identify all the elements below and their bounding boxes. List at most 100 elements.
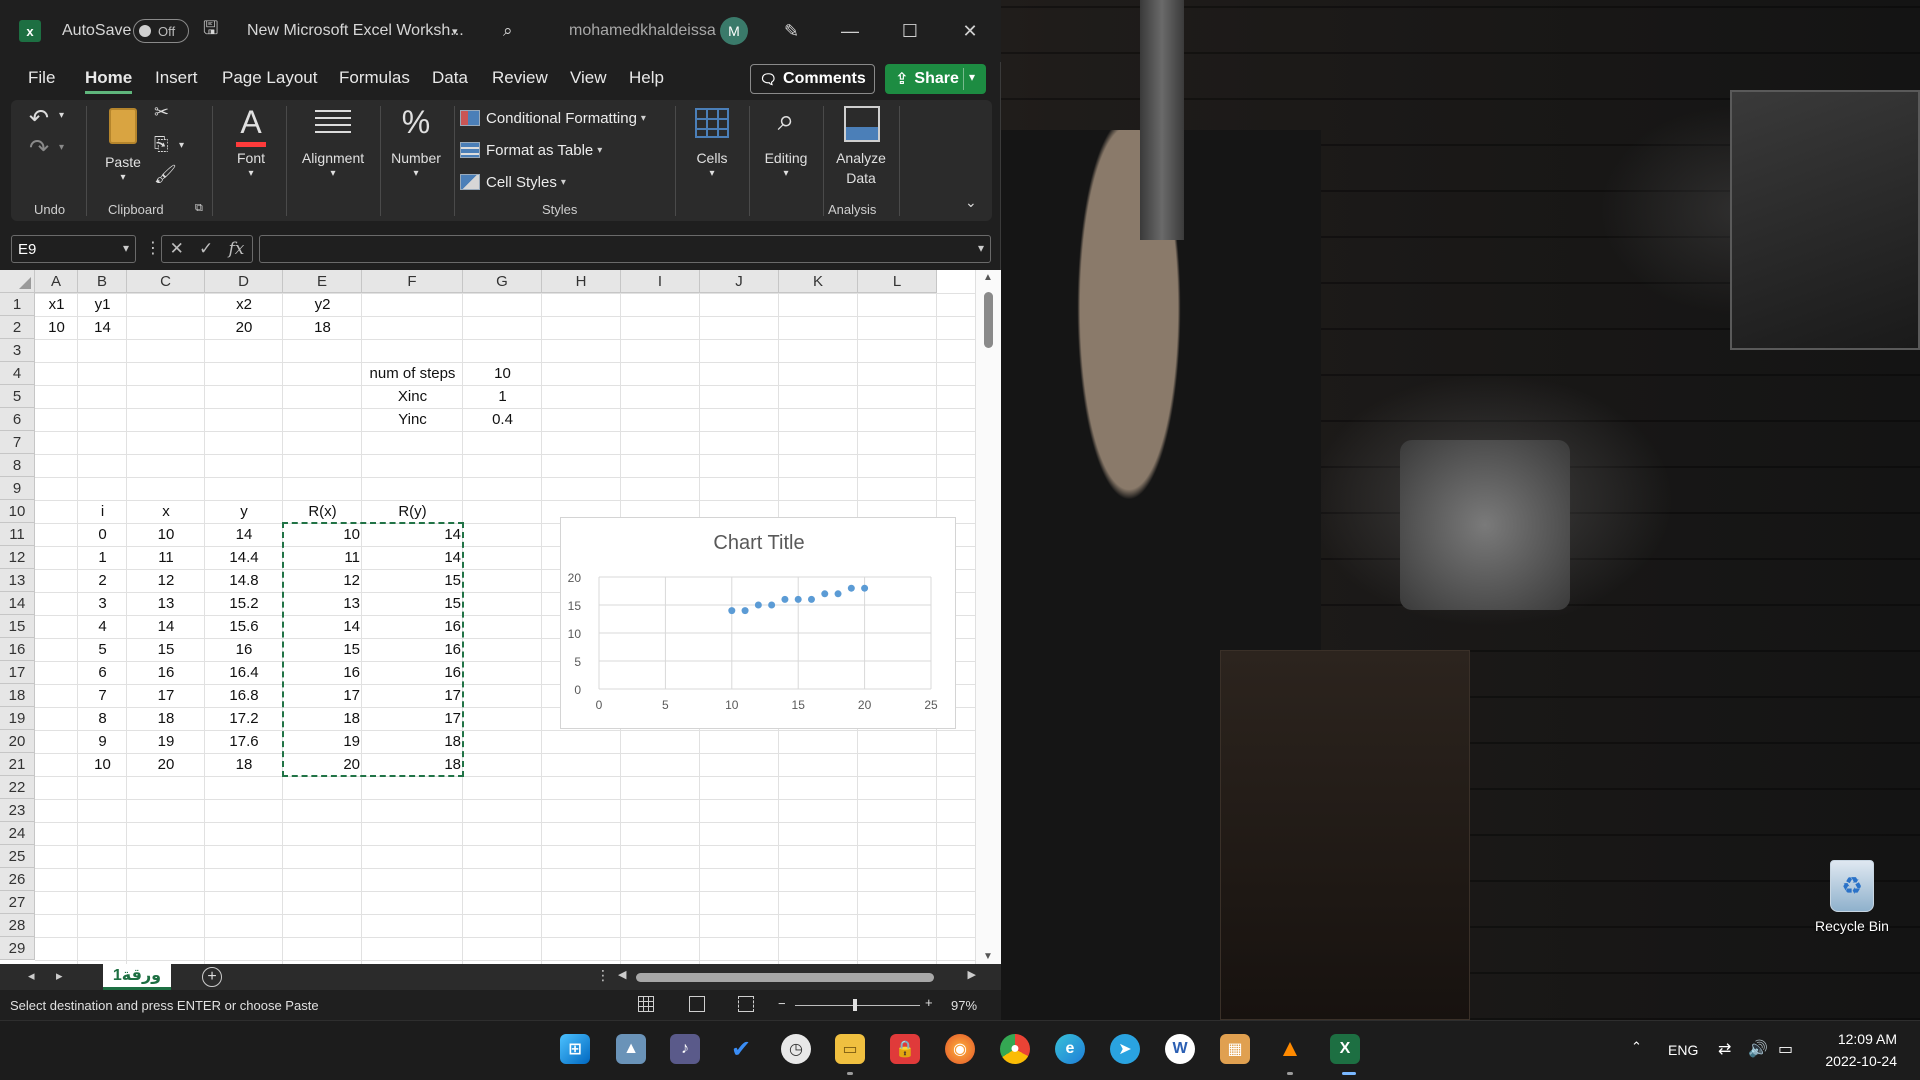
row-header-5[interactable]: 5 xyxy=(0,385,35,408)
column-header-h[interactable]: H xyxy=(542,270,621,293)
column-header-c[interactable]: C xyxy=(127,270,205,293)
cell-c19[interactable]: 18 xyxy=(127,707,205,730)
cell-c12[interactable]: 11 xyxy=(127,546,205,569)
format-painter-icon[interactable]: 🖌 xyxy=(154,164,177,185)
cell-c16[interactable]: 15 xyxy=(127,638,205,661)
row-header-16[interactable]: 16 xyxy=(0,638,35,661)
cell-d19[interactable]: 17.2 xyxy=(205,707,283,730)
row-header-22[interactable]: 22 xyxy=(0,776,35,799)
cell-b16[interactable]: 5 xyxy=(78,638,127,661)
cell-d10[interactable]: y xyxy=(205,500,283,523)
cell-d14[interactable]: 15.2 xyxy=(205,592,283,615)
row-header-17[interactable]: 17 xyxy=(0,661,35,684)
column-header-i[interactable]: I xyxy=(621,270,700,293)
tab-page-layout[interactable]: Page Layout xyxy=(222,68,317,94)
avatar[interactable]: M xyxy=(720,17,748,45)
cell-f6[interactable]: Yinc xyxy=(362,408,463,431)
telegram-icon[interactable]: ➤ xyxy=(1110,1034,1140,1064)
cell-c10[interactable]: x xyxy=(127,500,205,523)
search-icon[interactable]: ⌕ xyxy=(503,0,513,62)
cell-b12[interactable]: 1 xyxy=(78,546,127,569)
number-button[interactable]: % Number ▾ xyxy=(383,104,449,194)
cell-e2[interactable]: 18 xyxy=(283,316,362,339)
row-header-21[interactable]: 21 xyxy=(0,753,35,776)
battery-icon[interactable]: ▭ xyxy=(1778,1039,1793,1059)
cell-c18[interactable]: 17 xyxy=(127,684,205,707)
cancel-icon[interactable]: ✕ xyxy=(170,239,184,259)
photos-icon[interactable]: ▲ xyxy=(616,1034,646,1064)
tab-help[interactable]: Help xyxy=(629,68,664,94)
add-sheet-button[interactable]: + xyxy=(202,967,222,987)
tab-data[interactable]: Data xyxy=(432,68,468,94)
cell-b15[interactable]: 4 xyxy=(78,615,127,638)
row-header-14[interactable]: 14 xyxy=(0,592,35,615)
security-icon[interactable]: 🔒 xyxy=(890,1034,920,1064)
cell-d12[interactable]: 14.4 xyxy=(205,546,283,569)
ribbon-collapse-icon[interactable]: ⌄ xyxy=(965,194,977,211)
tab-file[interactable]: File xyxy=(28,68,55,94)
tab-home[interactable]: Home xyxy=(85,68,133,94)
cell-b17[interactable]: 6 xyxy=(78,661,127,684)
cell-c21[interactable]: 20 xyxy=(127,753,205,776)
zoom-slider-knob[interactable] xyxy=(853,999,857,1011)
conditional-formatting-button[interactable]: Conditional Formatting ▾ xyxy=(460,104,646,132)
column-header-b[interactable]: B xyxy=(78,270,127,293)
cell-g5[interactable]: 1 xyxy=(463,385,542,408)
cell-d18[interactable]: 16.8 xyxy=(205,684,283,707)
clock-time[interactable]: 12:09 AM xyxy=(1835,1031,1897,1047)
redo-icon[interactable]: ↷ xyxy=(29,134,49,163)
cell-b2[interactable]: 14 xyxy=(78,316,127,339)
name-box[interactable]: E9 ▾ xyxy=(11,235,136,263)
share-button[interactable]: ⇪ Share ▾ xyxy=(885,64,986,94)
horizontal-scroll-thumb[interactable] xyxy=(636,973,934,982)
cell-a1[interactable]: x1 xyxy=(35,293,78,316)
row-header-7[interactable]: 7 xyxy=(0,431,35,454)
cell-c15[interactable]: 14 xyxy=(127,615,205,638)
clock-icon[interactable]: ◷ xyxy=(781,1034,811,1064)
cell-b19[interactable]: 8 xyxy=(78,707,127,730)
row-header-27[interactable]: 27 xyxy=(0,891,35,914)
row-header-8[interactable]: 8 xyxy=(0,454,35,477)
vertical-scroll-thumb[interactable] xyxy=(984,292,993,348)
tab-split-handle-icon[interactable]: ⋮ xyxy=(596,967,610,984)
share-chevron-icon[interactable]: ▾ xyxy=(969,70,975,84)
redo-dropdown-icon[interactable]: ▾ xyxy=(59,142,64,153)
column-header-g[interactable]: G xyxy=(463,270,542,293)
copy-dropdown-icon[interactable]: ▾ xyxy=(179,140,184,151)
row-header-19[interactable]: 19 xyxy=(0,707,35,730)
word-icon[interactable]: W xyxy=(1165,1034,1195,1064)
row-header-29[interactable]: 29 xyxy=(0,937,35,960)
row-header-3[interactable]: 3 xyxy=(0,339,35,362)
row-header-25[interactable]: 25 xyxy=(0,845,35,868)
cells-button[interactable]: Cells ▾ xyxy=(679,104,745,194)
column-header-l[interactable]: L xyxy=(858,270,937,293)
page-layout-view-icon[interactable] xyxy=(689,996,705,1012)
format-as-table-button[interactable]: Format as Table ▾ xyxy=(460,136,602,164)
scatter-chart[interactable]: Chart Title 0 5 10 15 20 0 5 10 15 20 25 xyxy=(560,517,956,729)
cell-d1[interactable]: x2 xyxy=(205,293,283,316)
file-name-chevron-icon[interactable]: ▾ xyxy=(452,0,458,62)
firefox-icon[interactable]: ◉ xyxy=(945,1034,975,1064)
undo-dropdown-icon[interactable]: ▾ xyxy=(59,110,64,121)
input-language[interactable]: ENG xyxy=(1668,1042,1698,1058)
row-header-12[interactable]: 12 xyxy=(0,546,35,569)
user-name[interactable]: mohamedkhaldeissa xyxy=(569,0,716,62)
row-header-20[interactable]: 20 xyxy=(0,730,35,753)
designer-pen-icon[interactable]: ✎ xyxy=(784,0,799,62)
cell-d2[interactable]: 20 xyxy=(205,316,283,339)
minimize-button[interactable]: — xyxy=(835,18,865,44)
zoom-in-button[interactable]: + xyxy=(925,995,933,1010)
clipboard-launcher-icon[interactable]: ⧉ xyxy=(195,202,203,215)
vertical-scrollbar[interactable]: ▲ ▼ xyxy=(975,270,1001,964)
expand-formula-icon[interactable]: ▾ xyxy=(978,241,984,255)
formula-input[interactable]: ▾ xyxy=(259,235,991,263)
column-header-f[interactable]: F xyxy=(362,270,463,293)
cell-g6[interactable]: 0.4 xyxy=(463,408,542,431)
column-header-d[interactable]: D xyxy=(205,270,283,293)
chevron-up-icon[interactable]: ⌃ xyxy=(1631,1039,1642,1055)
insert-function-icon[interactable]: fx xyxy=(229,239,245,259)
vlc-icon[interactable]: ▲ xyxy=(1275,1034,1305,1064)
cell-d21[interactable]: 18 xyxy=(205,753,283,776)
alignment-button[interactable]: Alignment ▾ xyxy=(291,104,375,194)
recycle-bin-icon[interactable]: Recycle Bin xyxy=(1800,860,1904,934)
